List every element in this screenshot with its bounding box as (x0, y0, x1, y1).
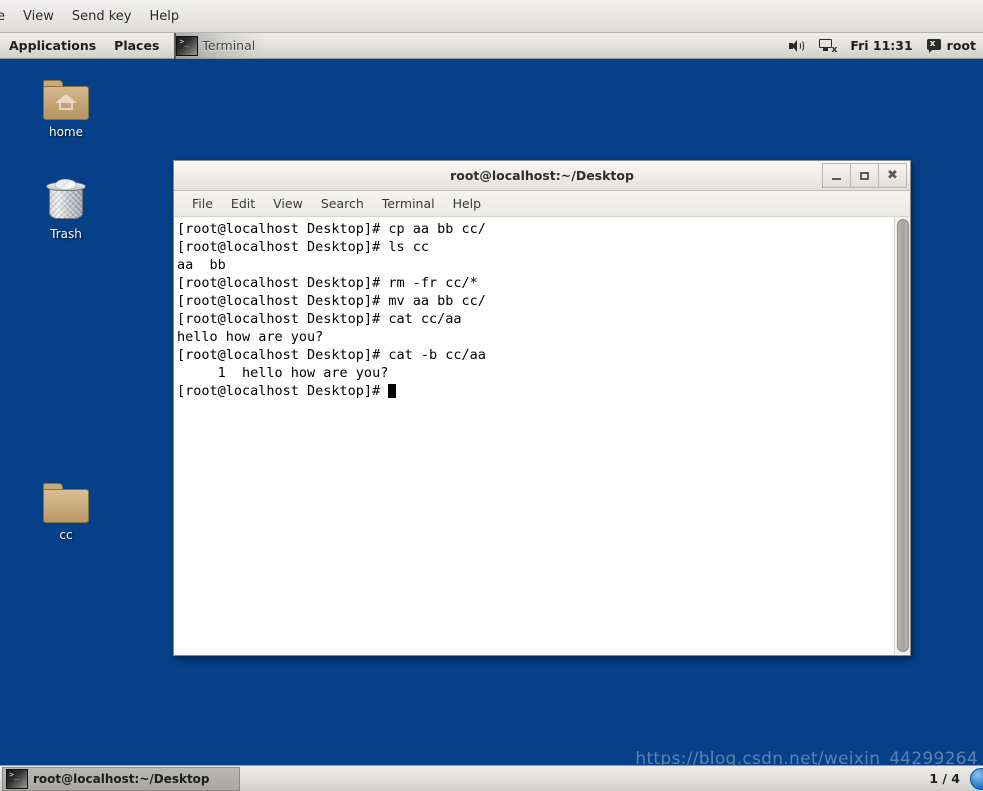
places-menu[interactable]: Places (105, 35, 168, 56)
term-menu-file[interactable]: File (183, 193, 222, 214)
clock-button[interactable]: Fri 11:31 (843, 33, 919, 59)
terminal-body: [root@localhost Desktop]# cp aa bb cc/ [… (174, 217, 910, 654)
terminal-line: [root@localhost Desktop]# rm -fr cc/* (177, 275, 478, 291)
desktop-icon-cc-label: cc (59, 528, 73, 542)
terminal-line: [root@localhost Desktop]# cp aa bb cc/ (177, 221, 486, 237)
taskbar-window-label: root@localhost:~/Desktop (33, 771, 210, 786)
desktop-icon-cc[interactable]: cc (20, 483, 112, 542)
vm-menu-help[interactable]: Help (141, 7, 189, 26)
term-menu-search[interactable]: Search (312, 193, 373, 214)
panel-window-label: Terminal (202, 38, 256, 53)
desktop-icon-home-label: home (48, 125, 84, 139)
message-bubble-icon: x (926, 38, 942, 53)
panel-window-button-terminal[interactable]: Terminal (174, 32, 264, 59)
terminal-cursor (388, 384, 397, 398)
terminal-icon (6, 768, 28, 789)
terminal-line: [root@localhost Desktop]# ls cc (177, 239, 429, 255)
term-menu-view[interactable]: View (264, 193, 312, 214)
close-icon: ✖ (887, 168, 898, 183)
panel-tray: x Fri 11:31 x root (782, 33, 983, 59)
terminal-scrollbar[interactable] (894, 217, 910, 654)
desktop-icon-trash-label: Trash (50, 227, 82, 241)
speaker-volume-icon (789, 39, 805, 53)
term-menu-terminal[interactable]: Terminal (373, 193, 444, 214)
gnome-top-panel: Applications Places Terminal x Fri 11:31 (0, 32, 983, 59)
terminal-prompt: [root@localhost Desktop]# (177, 383, 389, 399)
terminal-icon (176, 35, 199, 56)
vm-viewer-menubar: e View Send key Help (0, 0, 983, 33)
terminal-line: 1 hello how are you? (177, 365, 389, 381)
display-disconnected-icon: x (819, 38, 837, 54)
user-menu-button[interactable]: x root (920, 33, 983, 59)
volume-tray-button[interactable] (782, 33, 812, 59)
terminal-titlebar[interactable]: root@localhost:~/Desktop ✖ (174, 161, 910, 191)
home-folder-icon (43, 80, 89, 120)
terminal-screen[interactable]: [root@localhost Desktop]# cp aa bb cc/ [… (174, 217, 894, 654)
desktop-screen: e View Send key Help Applications Places… (0, 0, 983, 791)
panel-user-label: root (946, 38, 976, 53)
gnome-bottom-panel: root@localhost:~/Desktop 1 / 4 (0, 765, 983, 791)
terminal-line: [root@localhost Desktop]# cat -b cc/aa (177, 347, 486, 363)
terminal-line: [root@localhost Desktop]# cat cc/aa (177, 311, 462, 327)
applications-menu[interactable]: Applications (0, 35, 105, 56)
terminal-window: root@localhost:~/Desktop ✖ File Edit Vie… (173, 160, 911, 656)
maximize-icon (860, 171, 869, 180)
trash-can-icon (44, 178, 88, 222)
desktop-icon-trash[interactable]: Trash (20, 178, 112, 241)
close-button[interactable]: ✖ (878, 163, 907, 188)
panel-clock: Fri 11:31 (850, 38, 913, 53)
terminal-line: [root@localhost Desktop]# mv aa bb cc/ (177, 293, 486, 309)
terminal-prompt-line: [root@localhost Desktop]# (177, 382, 894, 400)
terminal-line: aa bb (177, 257, 226, 273)
minimize-icon (832, 178, 841, 180)
network-tray-button[interactable]: x (812, 33, 843, 59)
vm-menu-view[interactable]: View (14, 7, 63, 26)
window-controls: ✖ (822, 163, 907, 188)
term-menu-edit[interactable]: Edit (222, 193, 264, 214)
terminal-title: root@localhost:~/Desktop (450, 168, 634, 183)
terminal-menubar: File Edit View Search Terminal Help (174, 191, 910, 217)
desktop-icon-home[interactable]: home (20, 80, 112, 139)
terminal-scrollbar-thumb[interactable] (897, 219, 909, 652)
folder-icon (43, 483, 89, 523)
corner-badge-icon[interactable] (970, 767, 983, 790)
minimize-button[interactable] (822, 163, 851, 188)
term-menu-help[interactable]: Help (444, 193, 491, 214)
taskbar-window-button[interactable]: root@localhost:~/Desktop (2, 766, 240, 791)
vm-menu-file-clipped[interactable]: e (0, 7, 14, 26)
workspace-switcher[interactable]: 1 / 4 (919, 766, 983, 791)
workspace-indicator-label: 1 / 4 (929, 771, 960, 786)
maximize-button[interactable] (850, 163, 879, 188)
vm-menu-send-key[interactable]: Send key (63, 7, 141, 26)
terminal-line: hello how are you? (177, 329, 324, 345)
